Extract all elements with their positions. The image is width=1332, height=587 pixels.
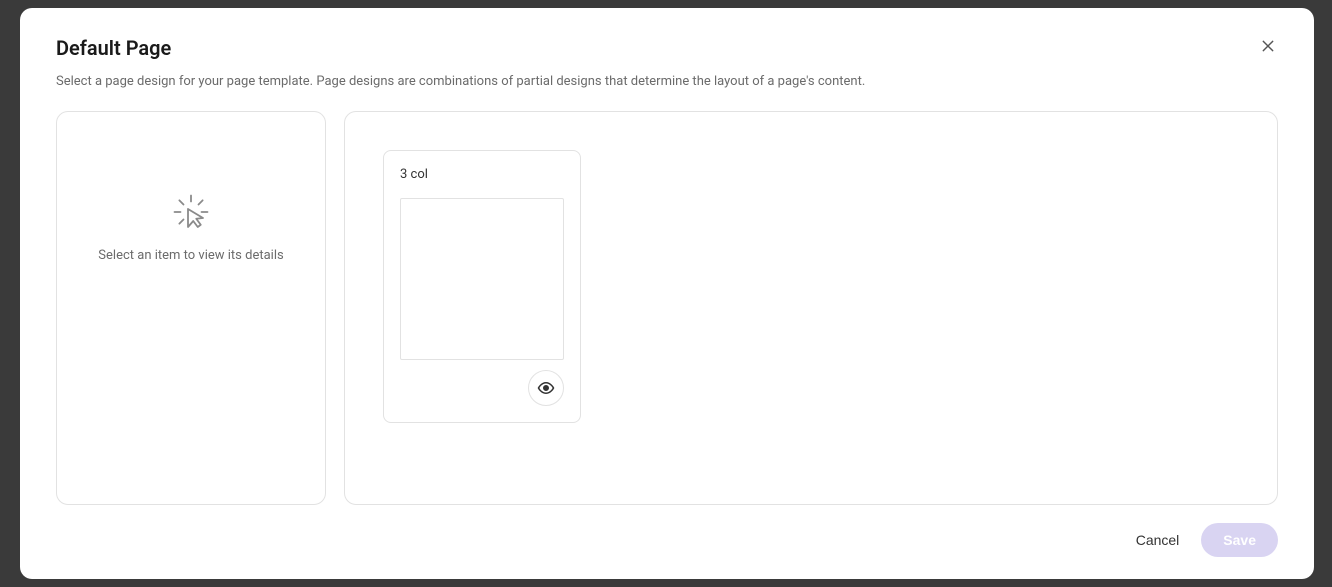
modal-footer: Cancel Save <box>56 523 1278 557</box>
modal-description: Select a page design for your page templ… <box>56 74 1278 89</box>
design-card[interactable]: 3 col <box>383 150 581 423</box>
close-button[interactable] <box>1258 36 1278 56</box>
details-panel: Select an item to view its details <box>56 111 326 505</box>
eye-icon <box>537 379 555 397</box>
select-item-icon <box>173 194 209 230</box>
preview-button[interactable] <box>528 370 564 406</box>
modal-title: Default Page <box>56 36 171 60</box>
cancel-button[interactable]: Cancel <box>1136 532 1180 548</box>
default-page-modal: Default Page Select a page design for yo… <box>20 8 1314 579</box>
designs-grid: 3 col <box>344 111 1278 505</box>
details-placeholder-text: Select an item to view its details <box>98 248 283 263</box>
close-icon <box>1260 38 1276 54</box>
save-button[interactable]: Save <box>1201 523 1278 557</box>
content-row: Select an item to view its details 3 col <box>56 111 1278 505</box>
modal-header: Default Page <box>56 36 1278 60</box>
design-card-title: 3 col <box>400 167 564 182</box>
design-card-preview <box>400 198 564 360</box>
